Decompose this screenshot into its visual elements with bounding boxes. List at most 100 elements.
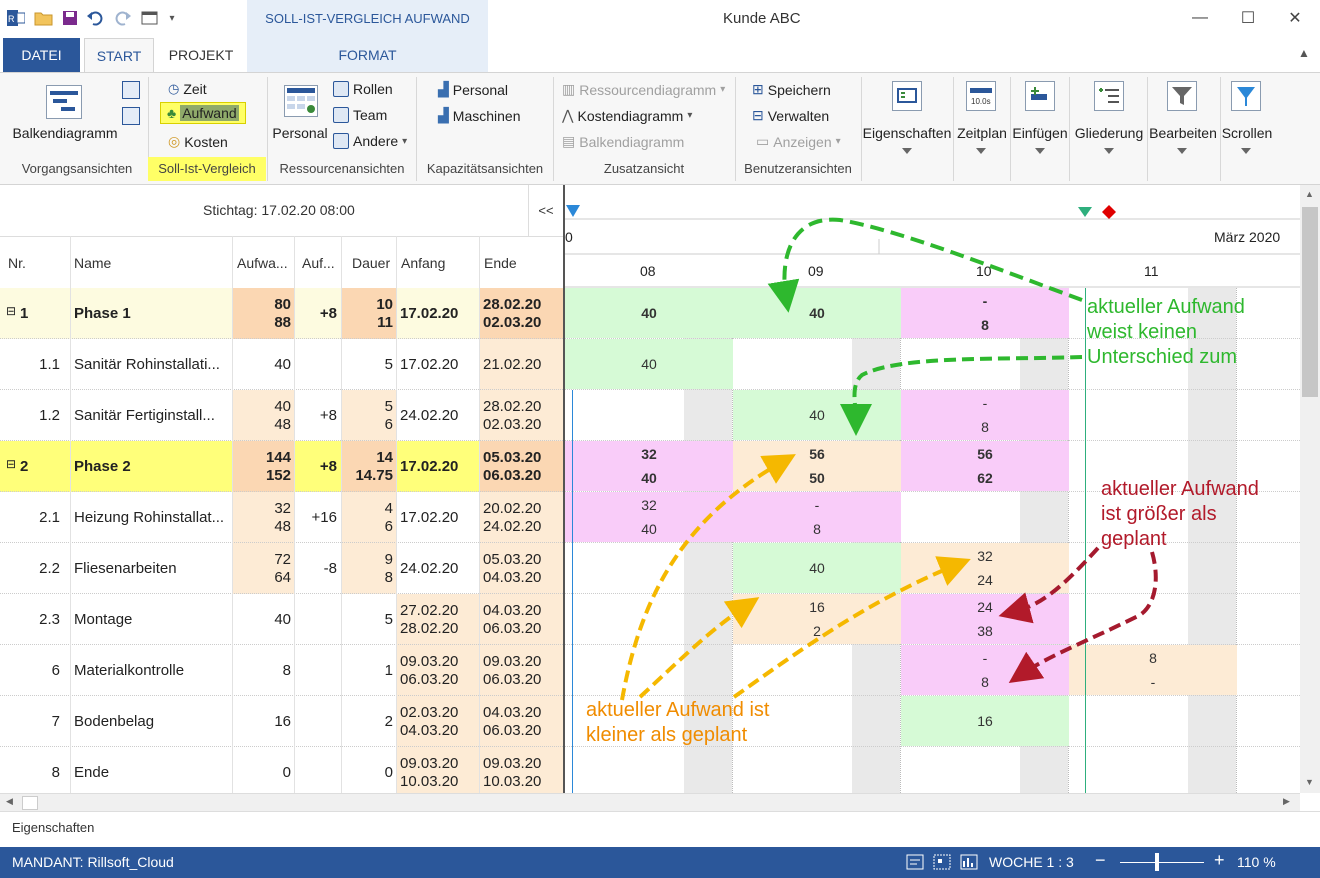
gantt-bar[interactable]: 40: [733, 288, 901, 338]
save-icon[interactable]: [60, 8, 80, 28]
task-ende-value: 06.03.20: [483, 619, 542, 637]
undo-icon[interactable]: [86, 8, 106, 28]
column-header-anfang[interactable]: Anfang: [401, 255, 445, 271]
speichern-button[interactable]: ⊞ Speichern: [752, 81, 831, 98]
tab-projekt[interactable]: PROJEKT: [160, 38, 242, 72]
gantt-bar-value: 8: [981, 419, 989, 435]
scroll-down-icon[interactable]: ▼: [1305, 777, 1314, 787]
gantt-bar[interactable]: 40: [733, 543, 901, 593]
rollen-button[interactable]: Rollen: [333, 81, 393, 97]
gantt-bar[interactable]: 56 50: [733, 441, 901, 491]
roles-icon: [333, 81, 349, 97]
kosten-button[interactable]: ◎ Kosten: [168, 133, 228, 150]
rillsoft-app-icon[interactable]: R: [6, 8, 26, 28]
anzeigen-button[interactable]: ▭ Anzeigen ▾: [756, 133, 841, 150]
layout-icon[interactable]: [906, 853, 924, 871]
resource-view-icon[interactable]: [960, 853, 978, 871]
scroll-up-icon[interactable]: ▲: [1305, 189, 1314, 199]
kapazitaet-personal-button[interactable]: ▟ Personal: [438, 81, 508, 98]
column-header-nr[interactable]: Nr.: [8, 255, 26, 271]
column-header-dauer[interactable]: Dauer: [352, 255, 390, 271]
week-label: 11: [1144, 263, 1159, 279]
tab-start[interactable]: START: [84, 38, 154, 72]
zoom-in-button[interactable]: +: [1214, 850, 1225, 871]
view-option-icon[interactable]: [122, 81, 140, 99]
gantt-bar[interactable]: 40: [565, 288, 733, 338]
scrollbar-thumb[interactable]: [1302, 207, 1318, 397]
zoom-out-button[interactable]: −: [1095, 850, 1106, 871]
zeit-button[interactable]: ◷ Zeit: [168, 81, 207, 97]
verwalten-button[interactable]: ⊟ Verwalten: [752, 107, 829, 124]
balkendiagramm-button[interactable]: Balkendiagramm: [10, 125, 120, 141]
gantt-bar[interactable]: 32 40: [565, 492, 733, 542]
eigenschaften-button[interactable]: Eigenschaften: [862, 125, 952, 141]
vertical-scrollbar[interactable]: ▲ ▼: [1300, 185, 1320, 793]
gantt-bar[interactable]: -8: [901, 288, 1069, 338]
scroll-left-icon[interactable]: ◀: [6, 796, 13, 807]
collapse-toggle-icon[interactable]: ⊟: [6, 304, 16, 318]
personal-button[interactable]: Personal: [270, 125, 330, 141]
grid-view-icon[interactable]: [933, 853, 951, 871]
horizontal-scrollbar[interactable]: ◀ ▶: [0, 793, 1300, 811]
gantt-bar[interactable]: 24 38: [901, 594, 1069, 644]
task-nr: 2: [20, 441, 60, 492]
gantt-bar[interactable]: 32 24: [901, 543, 1069, 593]
ressourcendiagramm-button[interactable]: ▥ Ressourcendiagramm ▾: [562, 81, 725, 98]
column-header-aufwand-diff[interactable]: Auf...: [302, 255, 335, 271]
gantt-bar[interactable]: 32 40: [565, 441, 733, 491]
properties-icon: [892, 81, 922, 111]
quick-access-dropdown-icon[interactable]: ▾: [162, 8, 182, 28]
task-name-value: Montage: [74, 610, 133, 628]
gantt-bar[interactable]: 40: [733, 390, 901, 440]
zoom-slider-handle[interactable]: [1155, 853, 1159, 871]
scrollen-button[interactable]: Scrollen: [1220, 125, 1274, 141]
view-option-icon[interactable]: [122, 107, 140, 125]
gantt-bar[interactable]: 40: [565, 339, 733, 389]
gliederung-button[interactable]: Gliederung: [1071, 125, 1147, 141]
window-icon[interactable]: [140, 8, 160, 28]
column-header-aufwand[interactable]: Aufwa...: [237, 255, 288, 271]
task-name: Sanitär Fertiginstall...: [74, 390, 230, 441]
gantt-bar[interactable]: 16 2: [733, 594, 901, 644]
aufwand-label: Aufwand: [180, 105, 239, 121]
scrollbar-thumb[interactable]: [22, 796, 38, 810]
gantt-bar-value: 8: [981, 674, 989, 690]
aufwand-button[interactable]: ♣ Aufwand: [160, 102, 246, 124]
gantt-bar[interactable]: -8: [901, 390, 1069, 440]
task-nr: 1.1: [10, 339, 60, 390]
task-aufwand-value: 88: [274, 313, 291, 331]
properties-label[interactable]: Eigenschaften: [12, 820, 94, 835]
scroll-right-icon[interactable]: ▶: [1283, 796, 1290, 807]
maximize-button[interactable]: ☐: [1233, 6, 1263, 30]
collapse-ribbon-icon[interactable]: ▲: [1298, 46, 1310, 60]
kostendiagramm-button[interactable]: ⋀ Kostendiagramm ▾: [562, 107, 692, 124]
bearbeiten-button[interactable]: Bearbeiten: [1148, 125, 1218, 141]
maschinen-button[interactable]: ▟ Maschinen: [438, 107, 520, 124]
collapse-toggle-icon[interactable]: ⊟: [6, 457, 16, 471]
gantt-bar[interactable]: -8: [733, 492, 901, 542]
tab-datei[interactable]: DATEI: [3, 38, 80, 72]
andere-button[interactable]: Andere ▾: [333, 133, 407, 149]
dropdown-icon: ▾: [720, 84, 726, 95]
gantt-bar[interactable]: 16: [901, 696, 1069, 746]
gantt-bar[interactable]: 8-: [1069, 645, 1237, 695]
redo-icon[interactable]: [112, 8, 132, 28]
team-button[interactable]: Team: [333, 107, 387, 123]
week-label: 08: [640, 263, 656, 279]
zeitplan-button[interactable]: Zeitplan: [953, 125, 1011, 141]
column-header-ende[interactable]: Ende: [484, 255, 517, 271]
gantt-bar[interactable]: 56 62: [901, 441, 1069, 491]
zoom-slider-track[interactable]: [1120, 862, 1204, 863]
annotation-red: aktueller Aufwand ist größer als geplant: [1101, 477, 1259, 552]
close-button[interactable]: ✕: [1280, 6, 1310, 30]
tab-format[interactable]: FORMAT: [300, 38, 435, 72]
collapse-table-button[interactable]: <<: [528, 185, 563, 236]
column-header-name[interactable]: Name: [74, 255, 111, 271]
einfuegen-button[interactable]: Einfügen: [1011, 125, 1069, 141]
task-ende-value: 10.03.20: [483, 772, 542, 790]
folder-open-icon[interactable]: [34, 8, 54, 28]
gantt-bar[interactable]: -8: [901, 645, 1069, 695]
task-aufwand-diff: +16: [295, 492, 337, 543]
zusatz-balkendiagramm-button[interactable]: ▤ Balkendiagramm: [562, 133, 684, 150]
minimize-button[interactable]: —: [1185, 6, 1215, 30]
